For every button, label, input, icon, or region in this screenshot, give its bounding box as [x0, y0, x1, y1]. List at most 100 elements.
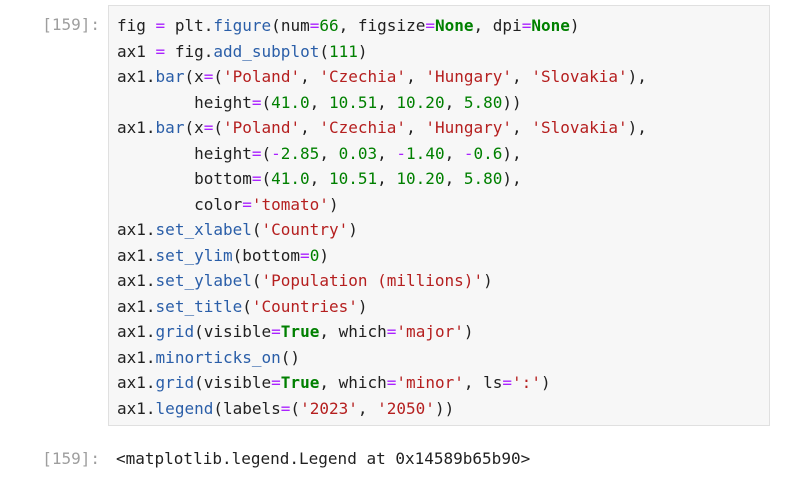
- code-token: ax1: [117, 118, 146, 137]
- code-token: (: [194, 322, 204, 341]
- code-token: .: [145, 271, 156, 290]
- code-token: 'Countries': [251, 296, 358, 316]
- code-token: ,: [512, 67, 522, 86]
- code-token: ax1: [117, 296, 146, 316]
- code-token: =: [251, 169, 262, 188]
- code-token: 0.6: [473, 143, 503, 163]
- code-token: ,: [319, 143, 329, 163]
- code-token: ,: [300, 118, 310, 137]
- input-prompt: [159]:: [42, 15, 100, 34]
- code-token: ,: [406, 67, 416, 86]
- code-token: ,: [512, 118, 522, 137]
- code-token: height: [194, 92, 252, 112]
- code-token: ),: [502, 143, 522, 163]
- code-token: =: [242, 194, 252, 214]
- code-token: =: [271, 322, 281, 341]
- code-token: add_subplot: [213, 41, 320, 61]
- code-token: 'tomato': [251, 194, 329, 214]
- code-token: ,: [463, 373, 474, 392]
- code-token: ax1: [117, 220, 146, 239]
- code-token: x: [194, 67, 204, 86]
- code-token: (: [261, 169, 272, 188]
- code-token: 41.0: [271, 92, 310, 112]
- code-token: =: [251, 143, 262, 163]
- code-token: )): [502, 92, 522, 112]
- code-token: 'Poland': [223, 118, 301, 137]
- code-token: (: [290, 398, 301, 418]
- code-token: 'minor': [396, 373, 464, 392]
- code-line: ax1.legend(labels=('2023', '2050')): [117, 396, 769, 422]
- code-token: ,: [309, 92, 320, 112]
- code-token: 66: [319, 16, 339, 35]
- code-token: (: [213, 118, 224, 137]
- code-token: .: [145, 118, 156, 137]
- code-token: fig: [174, 41, 204, 61]
- code-token: -: [271, 143, 281, 163]
- code-token: 10.51: [328, 92, 378, 112]
- code-token: ): [319, 245, 329, 265]
- code-line: height=(41.0, 10.51, 10.20, 5.80)): [117, 90, 769, 116]
- code-token: fig: [117, 16, 146, 35]
- code-token: (: [213, 67, 224, 86]
- code-token: 'Hungary': [425, 118, 513, 137]
- code-line: ax1.set_xlabel('Country'): [117, 217, 769, 243]
- code-token: ),: [627, 67, 647, 86]
- code-token: 'Czechia': [319, 118, 407, 137]
- code-token: 'Hungary': [425, 67, 513, 86]
- code-token: ): [540, 373, 551, 392]
- code-token: figure: [213, 16, 272, 35]
- code-token: dpi: [492, 16, 522, 35]
- code-token: 41.0: [271, 169, 310, 188]
- code-token: x: [194, 118, 204, 137]
- code-token: ax1: [117, 67, 146, 86]
- code-line: fig = plt.figure(num=66, figsize=None, d…: [117, 13, 769, 39]
- code-token: 'Country': [261, 220, 349, 239]
- code-line: ax1.minorticks_on(): [117, 345, 769, 371]
- code-token: .: [145, 347, 156, 367]
- code-token: ,: [377, 92, 387, 112]
- code-block[interactable]: fig = plt.figure(num=66, figsize=None, d…: [117, 13, 769, 421]
- code-token: 5.80: [463, 92, 503, 112]
- code-token: -: [396, 143, 407, 163]
- code-editor[interactable]: fig = plt.figure(num=66, figsize=None, d…: [108, 5, 770, 426]
- code-token: 0: [309, 245, 320, 265]
- code-token: .: [145, 67, 156, 86]
- code-token: ): [569, 16, 580, 35]
- code-token: which: [338, 322, 387, 341]
- code-token: num: [280, 16, 310, 35]
- code-line: ax1.bar(x=('Poland', 'Czechia', 'Hungary…: [117, 115, 769, 141]
- code-token: color: [194, 194, 243, 214]
- code-token: =: [386, 373, 397, 392]
- code-line: color='tomato'): [117, 192, 769, 218]
- code-token: (: [319, 41, 329, 61]
- code-token: (: [232, 245, 243, 265]
- code-line: height=(-2.85, 0.03, -1.40, -0.6),: [117, 141, 769, 167]
- code-token: ,: [319, 322, 329, 341]
- code-token: legend: [155, 398, 214, 418]
- code-token: set_ylabel: [155, 271, 252, 290]
- code-token: True: [280, 373, 320, 392]
- code-token: =: [271, 373, 281, 392]
- code-token: ),: [627, 118, 647, 137]
- code-token: 2.85: [280, 143, 320, 163]
- code-line: ax1.set_ylim(bottom=0): [117, 243, 769, 269]
- code-token: .: [145, 220, 156, 239]
- code-token: )): [434, 398, 455, 418]
- code-token: ,: [444, 92, 455, 112]
- code-token: (): [280, 347, 301, 367]
